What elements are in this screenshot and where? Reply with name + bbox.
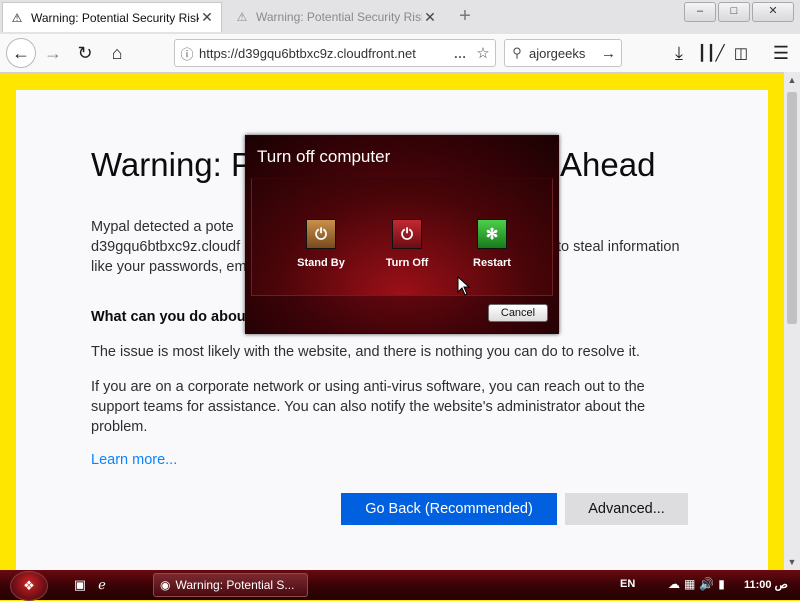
search-input[interactable]: ajorgeeks bbox=[529, 46, 601, 61]
menu-icon[interactable]: ☰ bbox=[768, 40, 794, 66]
corporate-paragraph: If you are on a corporate network or usi… bbox=[91, 379, 646, 435]
tab-active[interactable]: ⚠ Warning: Potential Security Risk Ahead… bbox=[2, 2, 222, 32]
turn-off-label: Turn Off bbox=[385, 257, 429, 269]
close-window-button[interactable]: ✕ bbox=[752, 2, 794, 22]
cancel-button[interactable]: Cancel bbox=[488, 304, 548, 322]
close-tab-icon[interactable]: ✕ bbox=[199, 9, 215, 26]
network-icon[interactable]: ☁ bbox=[668, 577, 680, 591]
dialog-options-panel: ⏻ Stand By ⏻ Turn Off ✻ Restart bbox=[251, 178, 553, 296]
tab-inactive[interactable]: ⚠ Warning: Potential Security Risk Ahead… bbox=[228, 2, 444, 32]
url-bar[interactable]: ⓘ https://d39gqu6btbxc9z.cloudfront.net … bbox=[174, 39, 496, 67]
power-icon[interactable]: ⏻ bbox=[392, 219, 422, 249]
search-bar[interactable]: ⚲ ajorgeeks → bbox=[504, 39, 622, 67]
maximize-button[interactable]: □ bbox=[718, 2, 750, 22]
close-tab-icon[interactable]: ✕ bbox=[422, 9, 438, 26]
taskbar-window-button[interactable]: ◉ Warning: Potential S... bbox=[153, 573, 308, 597]
standby-icon[interactable]: ⏻ bbox=[306, 219, 336, 249]
new-tab-button[interactable]: + bbox=[452, 4, 478, 30]
description-line-1: Mypal detected a pote bbox=[91, 219, 234, 235]
description-line-2: d39gqu6btbxc9z.cloudf bbox=[91, 239, 241, 255]
sidebar-icon[interactable]: ◫ bbox=[728, 40, 754, 66]
show-desktop-icon[interactable]: ▣ bbox=[72, 577, 88, 593]
mouse-cursor-icon bbox=[457, 276, 471, 296]
page-scrollbar[interactable]: ▲ ▼ bbox=[784, 72, 800, 570]
search-icon: ⚲ bbox=[512, 45, 522, 60]
advanced-button[interactable]: Advanced... bbox=[565, 493, 688, 525]
turn-off-option[interactable]: ⏻ Turn Off bbox=[367, 219, 447, 269]
warning-icon: ⚠ bbox=[236, 10, 248, 24]
language-indicator[interactable]: EN bbox=[620, 578, 635, 590]
restart-option[interactable]: ✻ Restart bbox=[452, 219, 532, 269]
taskbar-window-title: Warning: Potential S... bbox=[175, 578, 295, 592]
url-text[interactable]: https://d39gqu6btbxc9z.cloudfront.net bbox=[199, 46, 449, 61]
forward-button[interactable]: → bbox=[40, 40, 66, 66]
issue-paragraph: The issue is most likely with the websit… bbox=[91, 344, 640, 360]
power-tray-icon[interactable]: ▮ bbox=[718, 577, 725, 591]
page-title-tail: Ahead bbox=[560, 146, 656, 183]
internet-explorer-icon[interactable]: ℯ bbox=[94, 577, 110, 593]
warning-icon: ⚠ bbox=[11, 10, 23, 25]
bookmark-star-icon[interactable]: ☆ bbox=[471, 44, 495, 62]
learn-more-link[interactable]: Learn more... bbox=[91, 452, 177, 468]
scrollbar-thumb[interactable] bbox=[787, 92, 797, 324]
download-icon[interactable]: ⤓ bbox=[666, 40, 692, 66]
description-line-3: like your passwords, em bbox=[91, 259, 247, 275]
taskbar: ❖ ▣ ℯ ◉ Warning: Potential S... EN ☁ ▦ 🔊… bbox=[0, 570, 800, 601]
library-icon[interactable]: ┃┃╱ bbox=[697, 40, 724, 66]
navigation-toolbar: ← → ↻ ⌂ ⓘ https://d39gqu6btbxc9z.cloudfr… bbox=[0, 34, 800, 73]
tab-title: Warning: Potential Security Risk Ahead bbox=[256, 10, 422, 24]
window-controls: – □ ✕ bbox=[684, 2, 794, 22]
tab-title: Warning: Potential Security Risk Ahead bbox=[31, 10, 199, 25]
scroll-down-icon[interactable]: ▼ bbox=[784, 554, 800, 570]
restart-icon[interactable]: ✻ bbox=[477, 219, 507, 249]
page-actions-icon[interactable]: … bbox=[449, 46, 471, 61]
display-icon[interactable]: ▦ bbox=[684, 577, 695, 591]
browser-icon: ◉ bbox=[160, 578, 171, 592]
back-button[interactable]: ← bbox=[6, 38, 36, 68]
search-go-icon[interactable]: → bbox=[601, 45, 621, 62]
clock[interactable]: 11:00 ص bbox=[744, 578, 788, 591]
tab-bar: ⚠ Warning: Potential Security Risk Ahead… bbox=[0, 0, 800, 34]
restart-label: Restart bbox=[473, 257, 511, 269]
scroll-up-icon[interactable]: ▲ bbox=[784, 72, 800, 88]
standby-label: Stand By bbox=[297, 257, 345, 269]
dialog-title: Turn off computer bbox=[257, 147, 391, 166]
volume-icon[interactable]: 🔊 bbox=[699, 577, 714, 591]
standby-option[interactable]: ⏻ Stand By bbox=[281, 219, 361, 269]
info-icon[interactable]: ⓘ bbox=[175, 44, 199, 63]
start-button[interactable]: ❖ bbox=[10, 571, 48, 601]
what-can-you-do-heading: What can you do abou bbox=[91, 309, 246, 325]
page-title: Warning: P bbox=[91, 146, 254, 183]
reload-button[interactable]: ↻ bbox=[72, 40, 98, 66]
description-line-2-tail: to steal information bbox=[557, 239, 680, 255]
system-tray: ☁ ▦ 🔊 ▮ bbox=[668, 577, 725, 591]
home-button[interactable]: ⌂ bbox=[104, 40, 130, 66]
turn-off-dialog: Turn off computer ⏻ Stand By ⏻ Turn Off … bbox=[245, 135, 559, 334]
go-back-button[interactable]: Go Back (Recommended) bbox=[341, 493, 557, 525]
minimize-button[interactable]: – bbox=[684, 2, 716, 22]
